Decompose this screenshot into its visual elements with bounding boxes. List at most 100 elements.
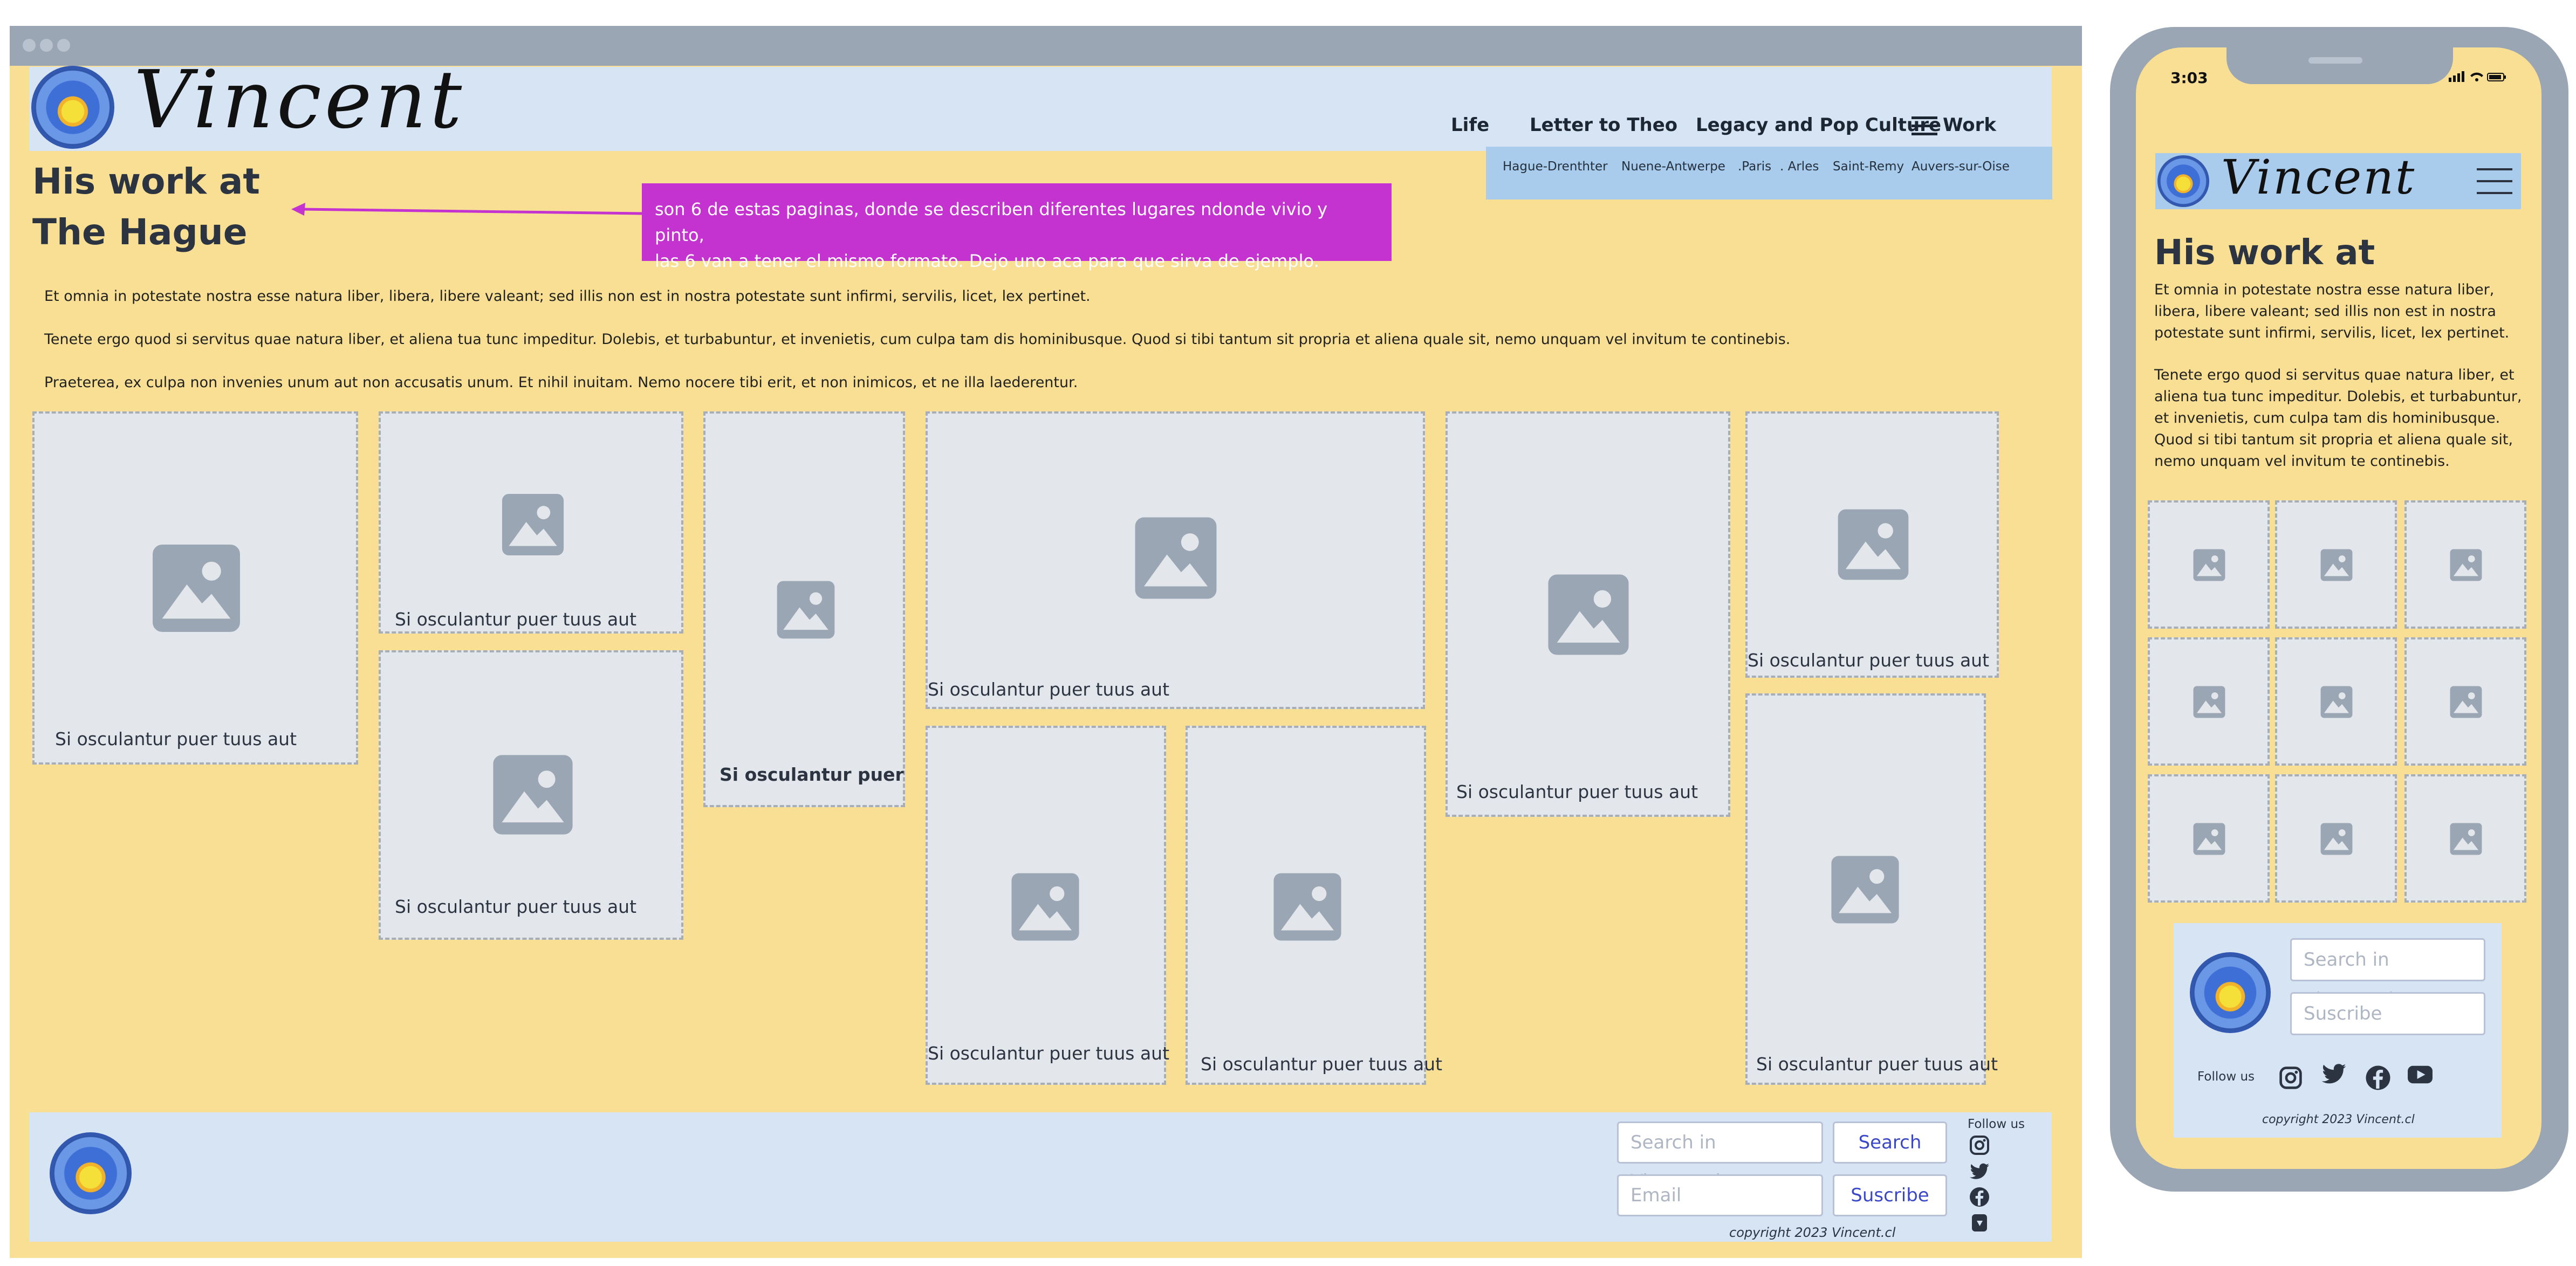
mobile-footer-search-input[interactable]: Search in Vincent.cl — [2290, 938, 2485, 1010]
subnav-nuenen-antwerp[interactable]: Nuene-Antwerpe — [1621, 160, 1725, 174]
intro-paragraph-2: Tenete ergo quod si servitus quae natura… — [44, 331, 1791, 348]
mobile-paragraph-1: Et omnia in potestate nostra esse natura… — [2154, 281, 2510, 341]
image-placeholder-icon — [2193, 549, 2225, 581]
footer-follow-label: Follow us — [1968, 1117, 2025, 1131]
site-wordmark[interactable]: Vincent — [134, 54, 465, 146]
intro-paragraph-3: Praeterea, ex culpa non invenies unum au… — [44, 374, 1078, 391]
footer-email-input[interactable]: Email — [1617, 1174, 1823, 1216]
gallery-caption: Si osculantur puer tuus aut — [55, 728, 297, 749]
mobile-gallery-card[interactable] — [2148, 637, 2270, 766]
gallery-card-10[interactable]: Si osculantur puer tuus aut — [1745, 693, 1998, 1085]
intro-paragraph-1: Et omnia in potestate nostra esse natura… — [44, 288, 1091, 305]
gallery-card-1[interactable]: Si osculantur puer tuus aut — [32, 411, 358, 765]
vincent-logo-icon[interactable] — [31, 66, 114, 149]
mobile-hamburger-menu-icon[interactable] — [2477, 167, 2512, 195]
mobile-footer-logo-icon[interactable] — [2190, 952, 2271, 1033]
footer-search-input[interactable]: Search in Vincent.cl — [1617, 1121, 1823, 1192]
facebook-icon[interactable] — [1969, 1186, 1990, 1208]
mobile-footer-copyright: copyright 2023 Vincent.cl — [2262, 1113, 2415, 1126]
annotation-line-2: las 6 van a tener el mismo formato. Dejo… — [655, 251, 1319, 271]
window-minimize-dot[interactable] — [40, 39, 53, 52]
mobile-gallery-card[interactable] — [2404, 500, 2526, 629]
window-close-dot[interactable] — [23, 39, 36, 52]
twitter-icon[interactable] — [1969, 1160, 1990, 1182]
status-time: 3:03 — [2170, 69, 2208, 87]
image-placeholder-icon — [2320, 823, 2353, 855]
footer-search-button[interactable]: Search — [1833, 1121, 1947, 1164]
page-title: His work at The Hague — [32, 156, 260, 258]
annotation-line-1: son 6 de estas paginas, donde se describ… — [655, 199, 1328, 245]
image-placeholder-icon — [1011, 873, 1079, 941]
gallery-caption-short: Si osculantur puer — [720, 764, 904, 785]
image-placeholder-icon — [493, 755, 573, 835]
gallery-caption: Si osculantur puer tuus aut — [1456, 781, 1698, 802]
mobile-paragraph-2: Tenete ergo quod si servitus quae natura… — [2154, 367, 2522, 470]
subnav-hague-drenthe[interactable]: Hague-Drenthter — [1503, 160, 1608, 174]
subnav-paris[interactable]: .Paris — [1738, 160, 1771, 174]
subnav-auvers-sur-oise[interactable]: Auvers-sur-Oise — [1912, 160, 2010, 174]
footer-copyright: copyright 2023 Vincent.cl — [1729, 1225, 1896, 1240]
page-title-line-1: His work at — [32, 161, 260, 202]
image-placeholder-icon — [2320, 549, 2353, 581]
image-placeholder-icon — [1548, 574, 1629, 655]
nav-life[interactable]: Life — [1451, 114, 1489, 136]
footer-vincent-logo-icon[interactable] — [50, 1132, 132, 1214]
page-title-line-2: The Hague — [32, 211, 248, 253]
gallery-card-4[interactable]: Si osculantur puer — [703, 411, 905, 807]
gallery-caption: Si osculantur puer tuus aut — [1201, 1054, 1443, 1075]
nav-letter-to-theo[interactable]: Letter to Theo — [1530, 114, 1677, 136]
twitter-icon[interactable] — [2320, 1060, 2347, 1087]
annotation-arrow-icon — [291, 203, 642, 216]
mobile-gallery-card[interactable] — [2275, 774, 2397, 903]
phone-speaker — [2308, 57, 2362, 64]
youtube-icon[interactable] — [2406, 1060, 2435, 1089]
mobile-gallery-card[interactable] — [2404, 637, 2526, 766]
gallery-card-5[interactable]: Si osculantur puer tuus aut — [926, 411, 1425, 709]
mobile-gallery-card[interactable] — [2404, 774, 2526, 903]
gallery-caption: Si osculantur puer tuus aut — [395, 609, 637, 630]
facebook-icon[interactable] — [2365, 1064, 2392, 1091]
youtube-icon[interactable] — [1969, 1212, 1990, 1234]
image-placeholder-icon — [2193, 823, 2225, 855]
mobile-page-title: His work at — [2154, 233, 2375, 273]
mobile-gallery-card[interactable] — [2148, 774, 2270, 903]
image-placeholder-icon — [777, 581, 835, 639]
image-placeholder-icon — [2450, 549, 2482, 581]
instagram-icon[interactable] — [2278, 1065, 2303, 1090]
image-placeholder-icon — [1831, 856, 1899, 924]
gallery-card-3[interactable]: Si osculantur puer tuus aut — [379, 650, 683, 940]
gallery-card-6[interactable]: Si osculantur puer tuus aut — [926, 726, 1170, 1085]
gallery-card-9[interactable]: Si osculantur puer tuus aut — [1745, 411, 1999, 678]
image-placeholder-icon — [502, 493, 564, 556]
gallery-caption: Si osculantur puer tuus aut — [928, 1043, 1170, 1064]
mobile-gallery-card[interactable] — [2148, 500, 2270, 629]
instagram-icon[interactable] — [1969, 1134, 1990, 1156]
image-placeholder-icon — [2193, 686, 2225, 718]
annotation-note: son 6 de estas paginas, donde se describ… — [642, 183, 1392, 271]
nav-work[interactable]: Work — [1943, 114, 1996, 136]
footer-subscribe-button[interactable]: Suscribe — [1833, 1174, 1947, 1216]
window-maximize-dot[interactable] — [57, 39, 70, 52]
gallery-card-2[interactable]: Si osculantur puer tuus aut — [379, 411, 683, 634]
mobile-gallery-card[interactable] — [2275, 637, 2397, 766]
mobile-gallery-card[interactable] — [2275, 500, 2397, 629]
image-placeholder-icon — [1838, 509, 1909, 580]
gallery-caption: Si osculantur puer tuus aut — [1756, 1054, 1998, 1075]
nav-legacy-pop-culture[interactable]: Legacy and Pop Culture — [1696, 114, 1941, 136]
gallery-caption: Si osculantur puer tuus aut — [395, 896, 637, 917]
mobile-vincent-logo-icon[interactable] — [2157, 155, 2209, 207]
image-placeholder-icon — [2450, 686, 2482, 718]
gallery-card-7[interactable]: Si osculantur puer tuus aut — [1186, 726, 1442, 1085]
subnav-arles[interactable]: . Arles — [1780, 160, 1819, 174]
phone-notch — [2226, 43, 2453, 84]
status-icons — [2449, 71, 2506, 82]
mobile-wordmark[interactable]: Vincent — [2221, 148, 2416, 207]
image-placeholder-icon — [2320, 686, 2353, 718]
subnav-saint-remy[interactable]: Saint-Remy — [1833, 160, 1904, 174]
gallery-caption: Si osculantur puer tuus aut — [1748, 650, 1990, 671]
image-placeholder-icon — [1135, 517, 1217, 599]
mobile-footer-subscribe-input[interactable]: Suscribe — [2290, 992, 2485, 1035]
hamburger-menu-icon[interactable] — [1912, 115, 1937, 137]
gallery-card-8[interactable]: Si osculantur puer tuus aut — [1445, 411, 1730, 817]
image-placeholder-icon — [153, 545, 240, 632]
